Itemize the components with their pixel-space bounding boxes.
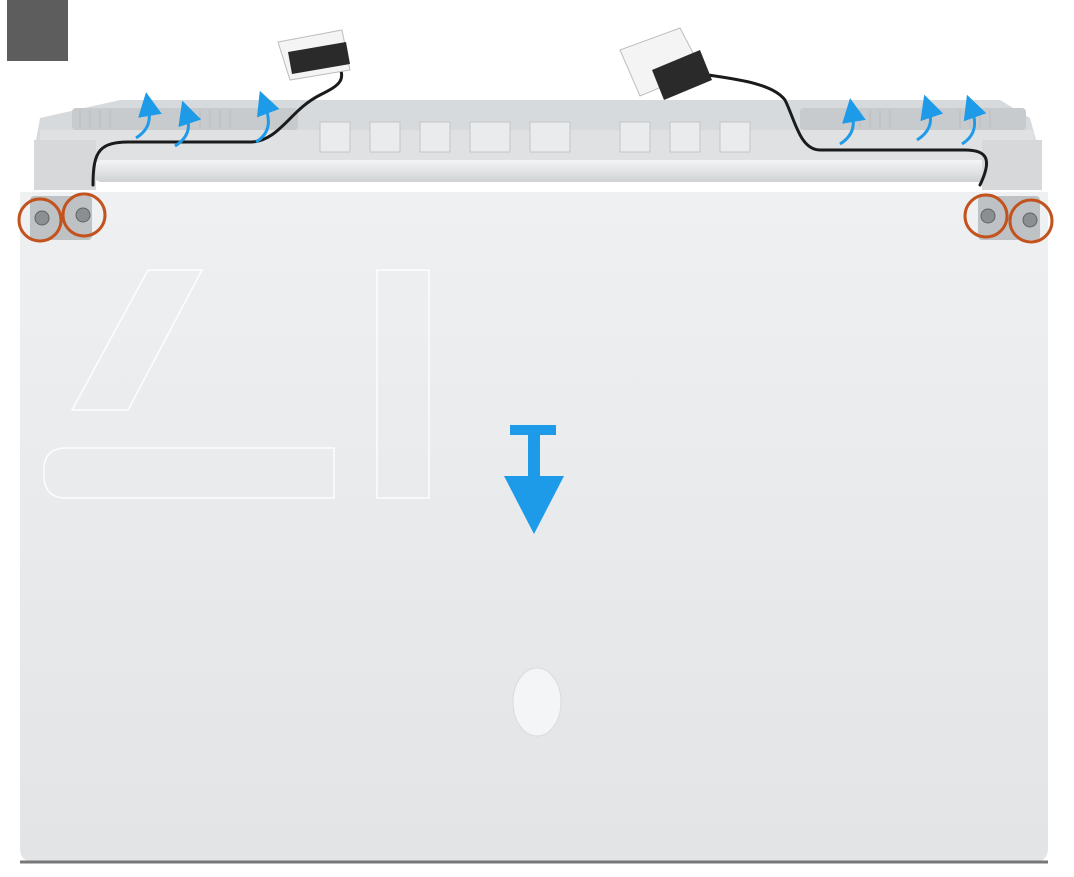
cable-connector-right [619, 27, 712, 100]
display-assembly-illustration [17, 27, 1054, 864]
cable-connector-left [277, 29, 351, 81]
